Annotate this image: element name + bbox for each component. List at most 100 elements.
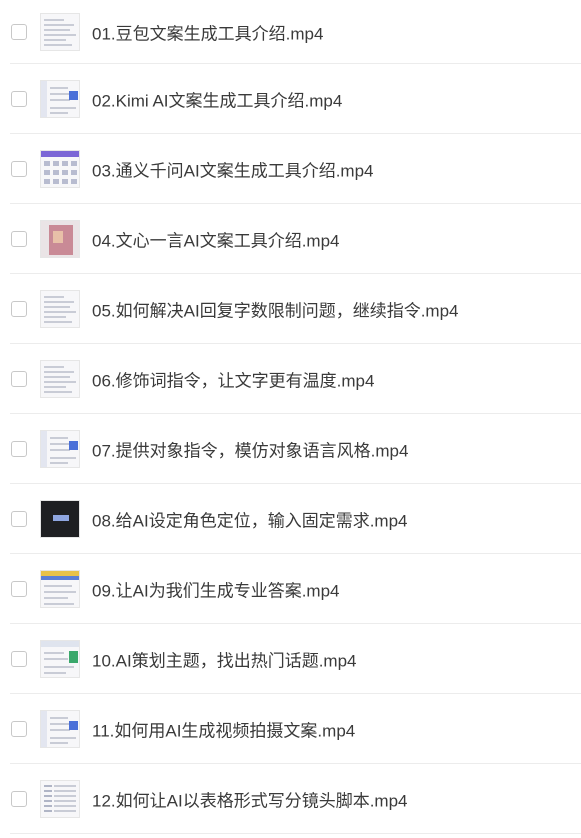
thumbnail-line: [50, 436, 68, 439]
file-row[interactable]: 05.如何解决AI回复字数限制问题，继续指令.mp4: [10, 274, 581, 344]
thumbnail-block: [41, 575, 79, 580]
video-thumbnail[interactable]: [40, 359, 80, 398]
thumbnail-block: [69, 650, 78, 663]
thumbnail-line: [54, 794, 76, 797]
thumbnail-line: [44, 295, 64, 298]
file-checkbox[interactable]: [11, 23, 27, 40]
file-name[interactable]: 08.给AI设定角色定位，输入固定需求.mp4: [92, 506, 408, 531]
thumbnail-line: [50, 741, 68, 744]
file-row[interactable]: 01.豆包文案生成工具介绍.mp4: [10, 0, 581, 64]
thumbnail-line: [44, 23, 74, 26]
thumbnail-block: [69, 90, 78, 100]
thumbnail-line: [44, 809, 52, 812]
thumbnail-block: [53, 169, 59, 175]
file-row[interactable]: 09.让AI为我们生成专业答案.mp4: [10, 554, 581, 624]
thumbnail-block: [41, 80, 47, 117]
file-name[interactable]: 10.AI策划主题，找出热门话题.mp4: [92, 646, 357, 671]
file-row[interactable]: 08.给AI设定角色定位，输入固定需求.mp4: [10, 484, 581, 554]
file-row[interactable]: 07.提供对象指令，模仿对象语言风格.mp4: [10, 414, 581, 484]
thumbnail-line: [44, 657, 68, 660]
video-thumbnail[interactable]: [40, 709, 80, 748]
thumbnail-block: [41, 150, 79, 157]
file-checkbox[interactable]: [11, 300, 27, 317]
thumbnail-line: [44, 300, 74, 303]
thumbnail-block: [71, 160, 77, 166]
thumbnail-line: [50, 448, 70, 451]
file-checkbox[interactable]: [11, 790, 27, 807]
thumbnail-block: [41, 640, 79, 647]
thumbnail-block: [41, 430, 47, 467]
file-checkbox[interactable]: [11, 650, 27, 667]
file-name[interactable]: 12.如何让AI以表格形式写分镜头脚本.mp4: [92, 786, 408, 811]
file-name[interactable]: 06.修饰词指令，让文字更有温度.mp4: [92, 366, 374, 391]
video-thumbnail[interactable]: [40, 12, 80, 51]
thumbnail-line: [44, 315, 66, 318]
video-thumbnail[interactable]: [40, 289, 80, 328]
file-checkbox[interactable]: [11, 510, 27, 527]
thumbnail-line: [44, 799, 52, 802]
video-thumbnail[interactable]: [40, 499, 80, 538]
thumbnail-block: [53, 514, 69, 521]
video-thumbnail[interactable]: [40, 79, 80, 118]
thumbnail-block: [62, 169, 68, 175]
file-row[interactable]: 12.如何让AI以表格形式写分镜头脚本.mp4: [10, 764, 581, 834]
thumbnail-block: [53, 178, 59, 184]
thumbnail-line: [50, 111, 68, 114]
thumbnail-line: [44, 370, 74, 373]
thumbnail-line: [44, 596, 68, 599]
thumbnail-block: [53, 160, 59, 166]
file-checkbox[interactable]: [11, 230, 27, 247]
video-thumbnail[interactable]: [40, 219, 80, 258]
thumbnail-line: [50, 461, 68, 464]
thumbnail-line: [44, 651, 64, 654]
file-row[interactable]: 11.如何用AI生成视频拍摄文案.mp4: [10, 694, 581, 764]
thumbnail-block: [71, 178, 77, 184]
thumbnail-block: [69, 720, 78, 730]
video-thumbnail[interactable]: [40, 779, 80, 818]
file-checkbox[interactable]: [11, 90, 27, 107]
thumbnail-line: [50, 456, 76, 459]
thumbnail-line: [44, 375, 70, 378]
file-name[interactable]: 11.如何用AI生成视频拍摄文案.mp4: [92, 716, 355, 741]
thumbnail-block: [69, 440, 78, 450]
thumbnail-line: [44, 310, 76, 313]
thumbnail-line: [44, 33, 76, 36]
file-name[interactable]: 07.提供对象指令，模仿对象语言风格.mp4: [92, 436, 408, 461]
file-name[interactable]: 02.Kimi AI文案生成工具介绍.mp4: [92, 86, 342, 111]
file-name[interactable]: 05.如何解决AI回复字数限制问题，继续指令.mp4: [92, 296, 459, 321]
file-name[interactable]: 04.文心一言AI文案工具介绍.mp4: [92, 226, 340, 251]
file-checkbox[interactable]: [11, 580, 27, 597]
file-checkbox[interactable]: [11, 160, 27, 177]
video-thumbnail[interactable]: [40, 429, 80, 468]
thumbnail-line: [44, 665, 74, 668]
thumbnail-line: [44, 305, 70, 308]
thumbnail-line: [54, 799, 76, 802]
thumbnail-line: [44, 794, 52, 797]
video-thumbnail[interactable]: [40, 569, 80, 608]
thumbnail-line: [54, 809, 76, 812]
video-thumbnail[interactable]: [40, 639, 80, 678]
thumbnail-line: [50, 86, 68, 89]
thumbnail-line: [54, 804, 76, 807]
thumbnail-line: [44, 38, 66, 41]
thumbnail-line: [50, 728, 70, 731]
thumbnail-line: [44, 602, 74, 605]
file-row[interactable]: 03.通义千问AI文案生成工具介绍.mp4: [10, 134, 581, 204]
file-row[interactable]: 02.Kimi AI文案生成工具介绍.mp4: [10, 64, 581, 134]
file-name[interactable]: 01.豆包文案生成工具介绍.mp4: [92, 19, 323, 44]
thumbnail-line: [44, 804, 52, 807]
video-thumbnail[interactable]: [40, 149, 80, 188]
file-checkbox[interactable]: [11, 720, 27, 737]
thumbnail-line: [44, 789, 52, 792]
file-row[interactable]: 06.修饰词指令，让文字更有温度.mp4: [10, 344, 581, 414]
file-row[interactable]: 04.文心一言AI文案工具介绍.mp4: [10, 204, 581, 274]
file-name[interactable]: 09.让AI为我们生成专业答案.mp4: [92, 576, 340, 601]
file-row[interactable]: 10.AI策划主题，找出热门话题.mp4: [10, 624, 581, 694]
thumbnail-line: [44, 365, 64, 368]
thumbnail-line: [50, 736, 76, 739]
file-checkbox[interactable]: [11, 370, 27, 387]
thumbnail-line: [44, 385, 66, 388]
thumbnail-block: [44, 178, 50, 184]
file-checkbox[interactable]: [11, 440, 27, 457]
file-name[interactable]: 03.通义千问AI文案生成工具介绍.mp4: [92, 156, 374, 181]
